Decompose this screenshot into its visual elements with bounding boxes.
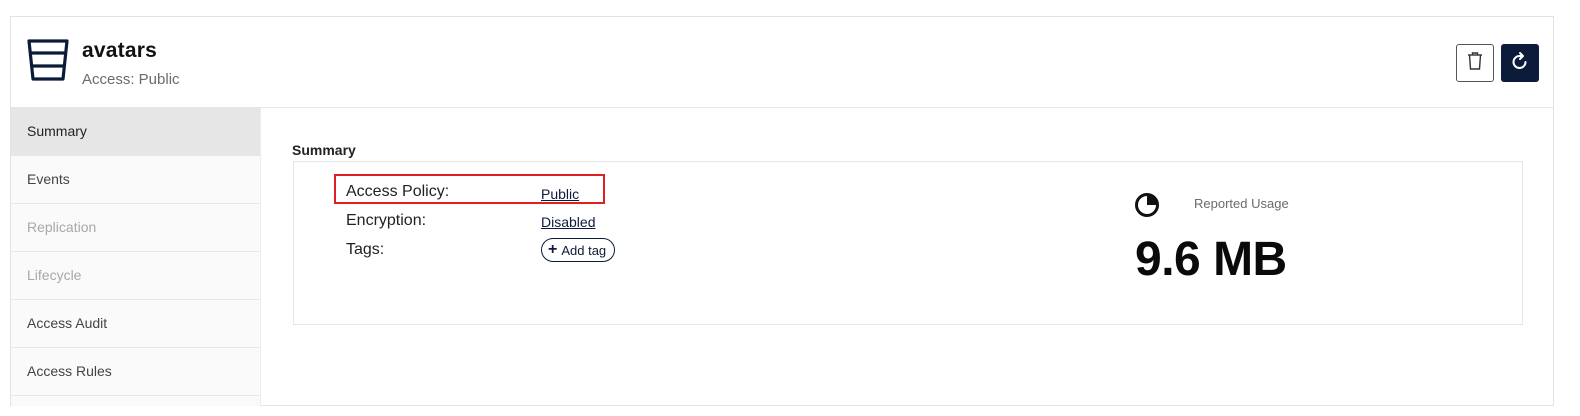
- refresh-icon: [1510, 51, 1530, 76]
- tags-label: Tags:: [346, 241, 385, 258]
- bucket-header: avatars Access: Public: [11, 17, 1553, 108]
- access-policy-link[interactable]: Public: [541, 186, 579, 202]
- trash-icon: [1466, 51, 1484, 76]
- encryption-link[interactable]: Disabled: [541, 214, 595, 230]
- sidebar-item-lifecycle: Lifecycle: [11, 252, 260, 300]
- pie-chart-icon: [1134, 192, 1160, 218]
- summary-section-title: Summary: [292, 142, 356, 158]
- bucket-access-subtitle: Access: Public: [82, 71, 180, 88]
- access-policy-label: Access Policy:: [346, 183, 450, 200]
- summary-card: Access Policy: Public Encryption: Disabl…: [293, 161, 1523, 325]
- plus-icon: +: [548, 241, 558, 258]
- sidebar-item-replication: Replication: [11, 204, 260, 252]
- bucket-detail-panel: avatars Access: Public Summary Events Re…: [10, 16, 1554, 406]
- delete-bucket-button[interactable]: [1456, 44, 1494, 82]
- encryption-label: Encryption:: [346, 212, 427, 229]
- bucket-name: avatars: [82, 39, 157, 62]
- sidebar-item-events[interactable]: Events: [11, 156, 260, 204]
- add-tag-button[interactable]: + Add tag: [541, 238, 616, 262]
- bucket-icon: [25, 37, 71, 83]
- sidebar-item-access-rules[interactable]: Access Rules: [11, 348, 260, 396]
- refresh-button[interactable]: [1501, 44, 1539, 82]
- reported-usage-value: 9.6 MB: [1135, 233, 1287, 286]
- add-tag-label: Add tag: [561, 242, 607, 258]
- reported-usage-label: Reported Usage: [1194, 196, 1289, 211]
- bucket-sidebar-nav: Summary Events Replication Lifecycle Acc…: [11, 108, 261, 406]
- sidebar-item-access-audit[interactable]: Access Audit: [11, 300, 260, 348]
- sidebar-item-summary[interactable]: Summary: [11, 108, 260, 156]
